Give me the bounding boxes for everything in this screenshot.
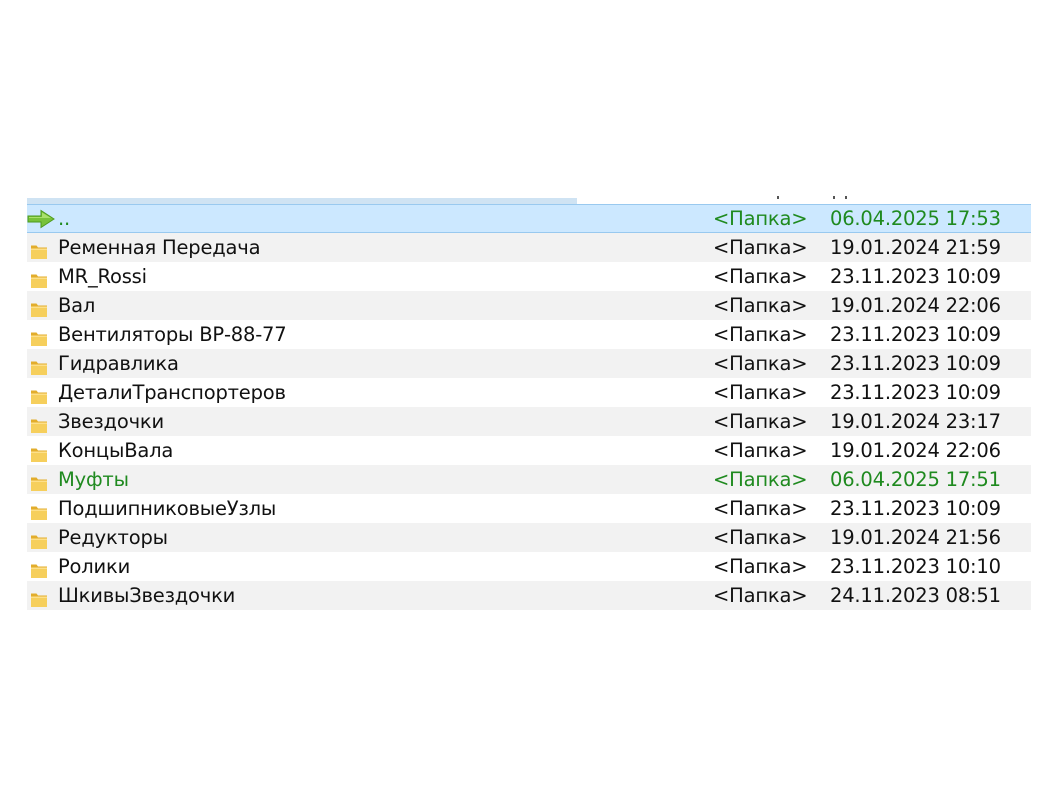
column-divider[interactable] — [845, 196, 847, 199]
file-type: <Папка> — [713, 294, 808, 317]
file-type: <Папка> — [713, 381, 808, 404]
file-name: Редукторы — [58, 526, 168, 549]
file-type: <Папка> — [713, 497, 808, 520]
file-date: 23.11.2023 10:09 — [830, 352, 1001, 375]
file-name: Вентиляторы ВР-88-77 — [58, 323, 287, 346]
up-arrow-icon — [27, 209, 55, 229]
folder-icon — [30, 558, 48, 578]
file-name: Ременная Передача — [58, 236, 261, 259]
file-date: 19.01.2024 21:56 — [830, 526, 1001, 549]
column-divider[interactable] — [833, 196, 835, 199]
folder-icon — [30, 239, 48, 259]
file-type: <Папка> — [713, 236, 808, 259]
folder-icon — [30, 297, 48, 317]
file-row[interactable]: ШкивыЗвездочки <Папка> 24.11.2023 08:51 — [27, 581, 1031, 610]
folder-icon — [30, 384, 48, 404]
file-name: Звездочки — [58, 410, 164, 433]
folder-icon — [30, 268, 48, 288]
file-list: .. <Папка> 06.04.2025 17:53 Ременная Перед… — [27, 204, 1031, 610]
file-row[interactable]: КонцыВала <Папка> 19.01.2024 22:06 — [27, 436, 1031, 465]
file-row[interactable]: MR_Rossi <Папка> 23.11.2023 10:09 — [27, 262, 1031, 291]
file-name: MR_Rossi — [58, 265, 147, 288]
folder-icon — [30, 529, 48, 549]
folder-icon — [30, 471, 48, 491]
file-row[interactable]: Звездочки <Папка> 19.01.2024 23:17 — [27, 407, 1031, 436]
file-row[interactable]: Ролики <Папка> 23.11.2023 10:10 — [27, 552, 1031, 581]
file-date: 23.11.2023 10:09 — [830, 497, 1001, 520]
folder-icon — [30, 587, 48, 607]
column-header-strip[interactable] — [27, 196, 1031, 204]
file-name: Вал — [58, 294, 96, 317]
file-type: <Папка> — [713, 265, 808, 288]
file-name: Муфты — [58, 468, 129, 491]
file-row[interactable]: Гидравлика <Папка> 23.11.2023 10:09 — [27, 349, 1031, 378]
file-row[interactable]: Муфты <Папка> 06.04.2025 17:51 — [27, 465, 1031, 494]
file-type: <Папка> — [713, 584, 808, 607]
file-row[interactable]: Редукторы <Папка> 19.01.2024 21:56 — [27, 523, 1031, 552]
folder-icon — [30, 326, 48, 346]
folder-icon — [30, 413, 48, 433]
file-date: 19.01.2024 23:17 — [830, 410, 1001, 433]
file-list-panel: .. <Папка> 06.04.2025 17:53 Ременная Перед… — [27, 196, 1031, 610]
file-type: <Папка> — [713, 439, 808, 462]
file-type: <Папка> — [713, 207, 808, 230]
file-name: Гидравлика — [58, 352, 179, 375]
folder-icon — [30, 442, 48, 462]
file-date: 19.01.2024 22:06 — [830, 294, 1001, 317]
file-name: ПодшипниковыеУзлы — [58, 497, 277, 520]
file-date: 23.11.2023 10:09 — [830, 265, 1001, 288]
file-type: <Папка> — [713, 555, 808, 578]
file-date: 19.01.2024 22:06 — [830, 439, 1001, 462]
file-date: 23.11.2023 10:10 — [830, 555, 1001, 578]
file-name: Ролики — [58, 555, 131, 578]
file-name: ШкивыЗвездочки — [58, 584, 236, 607]
file-date: 23.11.2023 10:09 — [830, 323, 1001, 346]
file-date: 06.04.2025 17:53 — [830, 207, 1001, 230]
file-date: 19.01.2024 21:59 — [830, 236, 1001, 259]
file-name: КонцыВала — [58, 439, 174, 462]
file-row[interactable]: Вал <Папка> 19.01.2024 22:06 — [27, 291, 1031, 320]
file-date: 24.11.2023 08:51 — [830, 584, 1001, 607]
file-date: 23.11.2023 10:09 — [830, 381, 1001, 404]
file-row[interactable]: ДеталиТранспортеров <Папка> 23.11.2023 10:… — [27, 378, 1031, 407]
file-type: <Папка> — [713, 410, 808, 433]
file-date: 06.04.2025 17:51 — [830, 468, 1001, 491]
file-type: <Папка> — [713, 526, 808, 549]
folder-icon — [30, 500, 48, 520]
file-row[interactable]: Ременная Передача <Папка> 19.01.2024 21:59 — [27, 233, 1031, 262]
file-name: .. — [58, 207, 70, 230]
file-row[interactable]: ПодшипниковыеУзлы <Папка> 23.11.2023 10:09 — [27, 494, 1031, 523]
file-name: ДеталиТранспортеров — [58, 381, 286, 404]
file-row[interactable]: Вентиляторы ВР-88-77 <Папка> 23.11.2023 10… — [27, 320, 1031, 349]
file-type: <Папка> — [713, 323, 808, 346]
file-row[interactable]: .. <Папка> 06.04.2025 17:53 — [27, 204, 1031, 233]
file-type: <Папка> — [713, 352, 808, 375]
folder-icon — [30, 355, 48, 375]
column-divider[interactable] — [777, 196, 779, 199]
file-type: <Папка> — [713, 468, 808, 491]
